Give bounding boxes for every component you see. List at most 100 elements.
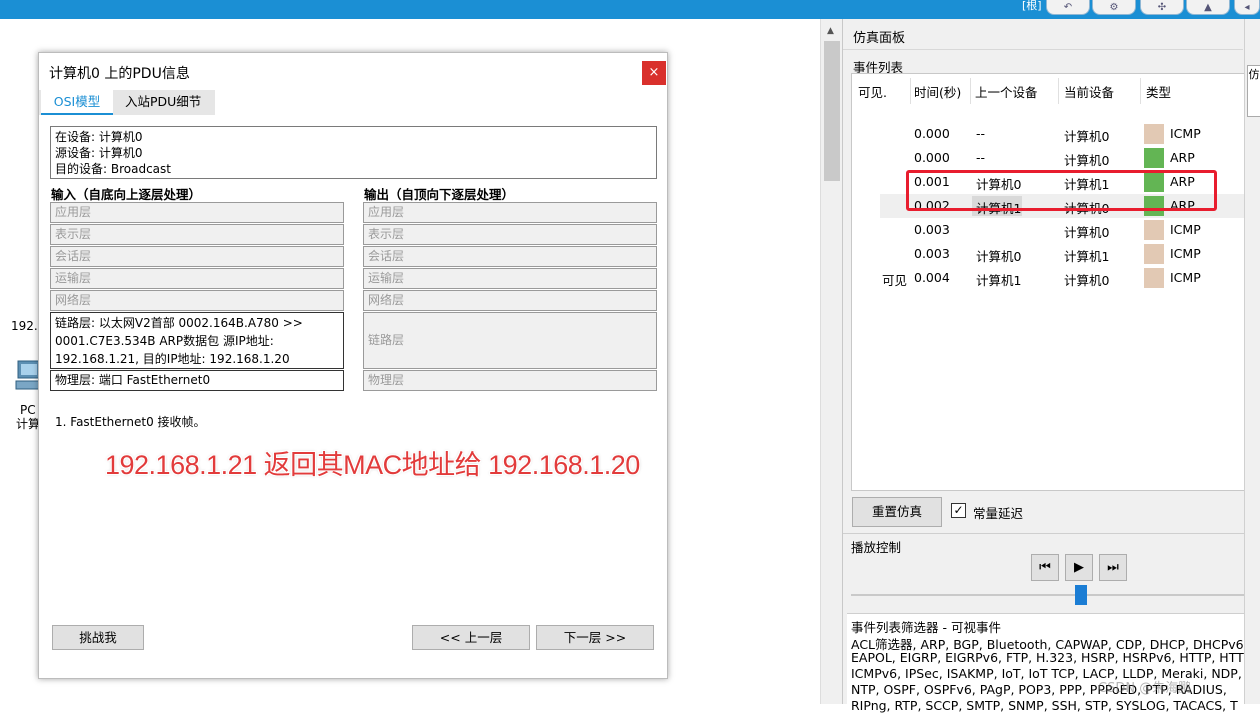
close-button[interactable]: × [642,61,666,85]
event-time: 0.000 [914,126,950,141]
out-layer-application[interactable]: 应用层 [363,202,657,223]
link-layer-line-1: 链路层: 以太网V2首部 0002.164B.A780 >> [55,316,303,330]
column-divider [970,78,971,104]
link-layer-line-2: 0001.C7E3.534B ARP数据包 源IP地址: [55,334,274,348]
right-edge-bar: 仿 [1244,19,1260,704]
filter-line[interactable]: EAPOL, EIGRP, EIGRPv6, FTP, H.323, HSRP,… [851,650,1251,665]
cluster-icon[interactable]: ✣ [1140,0,1184,15]
column-divider [910,78,911,104]
output-column-header: 输出（自顶向下逐层处理） [364,187,515,202]
step-forward-icon[interactable]: ⏭ [1099,554,1127,581]
out-layer-network[interactable]: 网络层 [363,290,657,311]
event-time: 0.000 [914,150,950,165]
side-tab[interactable]: 仿 [1247,65,1260,117]
event-filter-box: 事件列表筛选器 - 可视事件 ACL筛选器, ARP, BGP, Bluetoo… [847,613,1257,713]
in-layer-session[interactable]: 会话层 [50,246,344,267]
playback-controls-label: 播放控制 [851,540,902,555]
event-current-device: 计算机0 [1064,129,1110,144]
col-current-device[interactable]: 当前设备 [1064,82,1114,101]
scrollbar-thumb[interactable] [824,41,840,181]
mountain-icon[interactable]: ▲ [1186,0,1230,15]
event-time: 0.003 [914,246,950,261]
event-color-swatch[interactable] [1144,124,1164,144]
panel-divider [843,49,1243,50]
workspace-scrollbar[interactable]: ▲ [820,19,842,704]
play-icon[interactable]: ▶ [1065,554,1093,581]
event-current-device: 计算机0 [1064,153,1110,168]
speed-slider-thumb[interactable] [1075,585,1087,605]
out-layer-link[interactable]: 链路层 [363,312,657,369]
root-label: [根] [1022,0,1042,12]
input-column-header: 输入（自底向上逐层处理） [51,187,202,202]
speed-slider-track[interactable] [851,594,1245,596]
col-visible[interactable]: 可见. [858,82,887,101]
event-visible: 可见 [882,273,908,288]
in-layer-application[interactable]: 应用层 [50,202,344,223]
event-current-device: 计算机0 [1064,225,1110,240]
watermark-text: CSDN @朱海鹏 [1098,681,1192,696]
event-last-device: -- [976,126,986,141]
event-list[interactable]: 可见. 时间(秒) 上一个设备 当前设备 类型 0.000 -- 计算机0 IC… [851,73,1245,491]
event-type: ICMP [1170,246,1201,261]
event-time: 0.004 [914,270,950,285]
device-info-box: 在设备: 计算机0 源设备: 计算机0 目的设备: Broadcast [50,126,657,179]
simulation-panel: 仿真面板 事件列表 可见. 时间(秒) 上一个设备 当前设备 类型 0.000 … [842,19,1260,713]
reset-simulation-button[interactable]: 重置仿真 [852,497,942,527]
pdu-info-dialog: 计算机0 上的PDU信息 × OSI模型 入站PDU细节 在设备: 计算机0 源… [38,52,668,679]
filter-line[interactable]: RIPng, RTP, SCCP, SMTP, SNMP, SSH, STP, … [851,698,1238,713]
event-color-swatch[interactable] [1144,244,1164,264]
event-type: ARP [1170,150,1195,165]
event-color-swatch[interactable] [1144,148,1164,168]
source-device-text: 源设备: 计算机0 [55,146,143,160]
challenge-me-button[interactable]: 挑战我 [52,625,144,650]
event-last-device: 计算机1 [976,273,1022,288]
top-toolbar: [根] ↶ ⚙ ✣ ▲ ◂ [0,0,1260,19]
step-note: 1. FastEthernet0 接收帧。 [55,415,206,429]
next-layer-button[interactable]: 下一层 >> [536,625,654,650]
column-divider [1058,78,1059,104]
event-last-device: -- [976,150,986,165]
dest-device-text: 目的设备: Broadcast [55,162,171,176]
in-layer-link[interactable]: 链路层: 以太网V2首部 0002.164B.A780 >> 0001.C7E3… [50,312,344,369]
tab-inbound-pdu-details[interactable]: 入站PDU细节 [125,90,201,115]
tab-osi-model[interactable]: OSI模型 [41,90,113,115]
scroll-up-icon[interactable]: ▲ [827,26,834,36]
red-highlight-box [906,170,1217,211]
step-back-icon[interactable]: ⏮ [1031,554,1059,581]
event-color-swatch[interactable] [1144,220,1164,240]
event-type: ICMP [1170,222,1201,237]
col-type[interactable]: 类型 [1146,82,1171,101]
panel-divider [843,533,1253,534]
dialog-tabs: OSI模型 入站PDU细节 [39,90,215,115]
in-layer-physical[interactable]: 物理层: 端口 FastEthernet0 [50,370,344,391]
event-type: ICMP [1170,270,1201,285]
dialog-title: 计算机0 上的PDU信息 [49,66,190,82]
next-tool-icon[interactable]: ◂ [1234,0,1260,15]
red-annotation-text: 192.168.1.21 返回其MAC地址给 192.168.1.20 [105,450,640,480]
filter-line[interactable]: ICMPv6, IPSec, ISAKMP, IoT, IoT TCP, LAC… [851,666,1255,681]
out-layer-physical[interactable]: 物理层 [363,370,657,391]
event-current-device: 计算机1 [1064,249,1110,264]
col-last-device[interactable]: 上一个设备 [975,82,1038,101]
event-color-swatch[interactable] [1144,268,1164,288]
in-layer-network[interactable]: 网络层 [50,290,344,311]
in-layer-transport[interactable]: 运输层 [50,268,344,289]
previous-layer-button[interactable]: << 上一层 [412,625,530,650]
out-layer-presentation[interactable]: 表示层 [363,224,657,245]
col-time[interactable]: 时间(秒) [914,82,961,101]
event-current-device: 计算机0 [1064,273,1110,288]
network-icon[interactable]: ⚙ [1092,0,1136,15]
constant-delay-label: 常量延迟 [973,506,1024,521]
out-layer-session[interactable]: 会话层 [363,246,657,267]
undo-icon[interactable]: ↶ [1046,0,1090,15]
event-type: ICMP [1170,126,1201,141]
event-time: 0.003 [914,222,950,237]
link-layer-line-3: 192.168.1.21, 目的IP地址: 192.168.1.20 [55,352,290,366]
event-last-device: 计算机0 [976,249,1022,264]
at-device-text: 在设备: 计算机0 [55,130,143,144]
in-layer-presentation[interactable]: 表示层 [50,224,344,245]
constant-delay-checkbox[interactable]: ✓ [951,503,966,518]
out-layer-transport[interactable]: 运输层 [363,268,657,289]
simulation-panel-title: 仿真面板 [853,31,906,46]
column-divider [1140,78,1141,104]
